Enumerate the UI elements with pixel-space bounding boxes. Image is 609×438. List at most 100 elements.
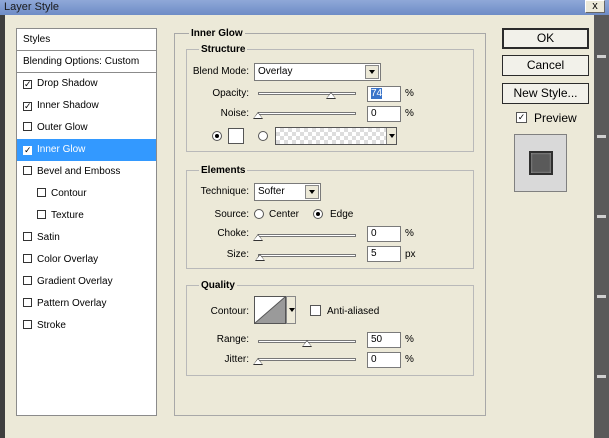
styles-list-item-label: Contour [51,188,87,199]
opacity-slider[interactable] [258,92,356,95]
opacity-unit: % [405,88,414,99]
styles-list-item-label: Inner Shadow [37,100,99,111]
glow-gradient-picker[interactable] [275,127,397,145]
source-label: Source: [214,209,249,220]
contour-picker[interactable] [254,296,286,324]
elements-heading: Elements [199,165,248,176]
close-button[interactable]: x [585,0,605,13]
glow-color-swatch[interactable] [228,128,244,144]
size-slider[interactable] [258,254,356,257]
style-checkbox[interactable] [23,298,32,307]
contour-curve-icon [254,296,286,324]
source-center-label: Center [269,209,300,220]
choke-value: 0 [371,228,377,239]
range-input[interactable]: 50 [367,332,401,348]
preview-thumbnail [529,151,553,175]
styles-list-item[interactable]: Contour [17,183,156,205]
contour-dropdown[interactable] [286,296,296,324]
style-checkbox[interactable]: ✓ [23,80,32,89]
style-preview [514,134,567,192]
styles-list-item[interactable]: Styles [17,29,156,51]
style-checkbox[interactable] [37,210,46,219]
range-value: 50 [371,334,383,345]
style-checkbox[interactable] [23,166,32,175]
styles-list-item-label: Pattern Overlay [37,298,107,309]
styles-list: Styles Blending Options: Custom ✓ Drop Shad… [16,28,157,416]
styles-list-item[interactable]: Gradient Overlay [17,271,156,293]
noise-label: Noise: [220,108,249,119]
contour-label: Contour: [210,306,249,317]
chevron-down-icon [365,65,379,79]
styles-list-item[interactable]: ✓ Inner Glow [17,139,156,161]
styles-list-item-label: Drop Shadow [37,78,98,89]
styles-list-item[interactable]: Bevel and Emboss [17,161,156,183]
size-value: 5 [371,248,377,259]
style-checkbox[interactable] [23,320,32,329]
styles-list-item[interactable]: Satin [17,227,156,249]
new-style-button[interactable]: New Style... [502,83,589,104]
opacity-slider-thumb[interactable] [325,92,336,99]
source-edge-radio[interactable] [313,209,323,219]
style-checkbox[interactable]: ✓ [23,102,32,111]
styles-list-item-label: Styles [23,34,51,45]
gradient-radio[interactable] [258,131,268,141]
style-checkbox[interactable] [23,232,32,241]
choke-unit: % [405,228,414,239]
jitter-slider-thumb[interactable] [253,358,263,365]
styles-list-item[interactable]: Stroke [17,315,156,337]
opacity-label: Opacity: [212,88,249,99]
styles-list-item[interactable]: Texture [17,205,156,227]
style-checkbox[interactable] [23,122,32,131]
jitter-input[interactable]: 0 [367,352,401,368]
jitter-value: 0 [371,354,377,365]
preview-label: Preview [534,111,577,125]
styles-list-item[interactable]: ✓ Drop Shadow [17,73,156,95]
blend-mode-label: Blend Mode: [192,66,249,77]
choke-input[interactable]: 0 [367,226,401,242]
styles-list-item[interactable]: Blending Options: Custom [17,51,156,73]
styles-list-item-label: Stroke [37,320,66,331]
opacity-input[interactable]: 74 [367,86,401,102]
chevron-down-icon [305,185,319,199]
range-slider-thumb[interactable] [302,340,312,347]
choke-slider[interactable] [258,234,356,237]
styles-list-item[interactable]: ✓ Inner Shadow [17,95,156,117]
anti-aliased-checkbox[interactable] [310,305,321,316]
jitter-slider[interactable] [258,358,356,361]
dialog-right-edge [587,15,594,438]
size-input[interactable]: 5 [367,246,401,262]
styles-list-item[interactable]: Color Overlay [17,249,156,271]
noise-input[interactable]: 0 [367,106,401,122]
style-checkbox[interactable] [23,276,32,285]
noise-value: 0 [371,108,377,119]
noise-slider-thumb[interactable] [253,112,263,119]
blend-mode-value: Overlay [258,66,293,77]
ok-button[interactable]: OK [502,28,589,49]
style-checkbox[interactable] [23,254,32,263]
range-unit: % [405,334,414,345]
opacity-value: 74 [371,88,383,99]
blend-mode-select[interactable]: Overlay [254,63,381,81]
styles-list-item-label: Blending Options: Custom [23,56,140,67]
source-edge-label: Edge [330,209,354,220]
styles-list-item[interactable]: Outer Glow [17,117,156,139]
window-title: Layer Style [4,1,60,13]
styles-list-item-label: Color Overlay [37,254,99,265]
technique-select[interactable]: Softer [254,183,321,201]
title-bar: Layer Style x [0,0,609,15]
choke-slider-thumb[interactable] [253,234,263,241]
style-checkbox[interactable]: ✓ [23,146,32,155]
solid-color-radio[interactable] [212,131,222,141]
styles-list-item-label: Outer Glow [37,122,88,133]
noise-slider[interactable] [258,112,356,115]
style-checkbox[interactable] [37,188,46,197]
noise-unit: % [405,108,414,119]
styles-list-item[interactable]: Pattern Overlay [17,293,156,315]
cancel-button[interactable]: Cancel [502,55,589,76]
source-center-radio[interactable] [254,209,264,219]
preview-checkbox[interactable]: ✓ [516,112,527,123]
size-slider-thumb[interactable] [254,254,265,261]
size-label: Size: [226,249,249,260]
styles-list-item-label: Satin [37,232,60,243]
styles-list-item-label: Gradient Overlay [37,276,113,287]
